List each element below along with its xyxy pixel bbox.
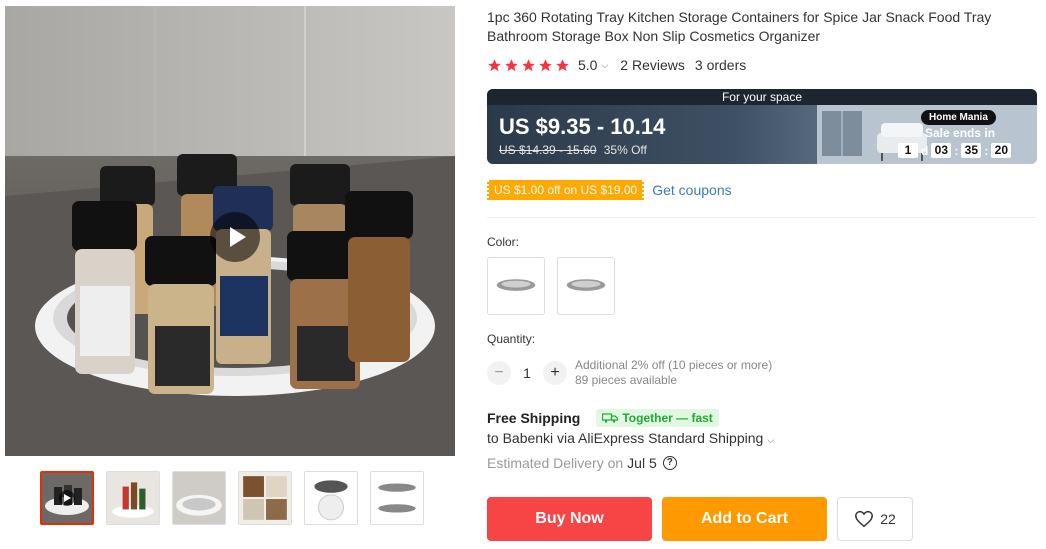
color-option-1[interactable] xyxy=(487,257,545,315)
quantity-stepper: − 1 + Additional 2% off (10 pieces or mo… xyxy=(487,358,772,388)
star-icon xyxy=(505,58,518,71)
play-video-button[interactable] xyxy=(210,212,260,262)
quantity-input[interactable]: 1 xyxy=(511,365,543,381)
timer-hours: 03 xyxy=(931,143,952,158)
chevron-down-icon[interactable]: ⌵ xyxy=(601,60,608,71)
action-buttons: Buy Now Add to Cart 22 xyxy=(487,497,913,541)
timer-days-unit: d xyxy=(921,143,929,158)
star-icon xyxy=(556,58,569,71)
timer-days: 1 xyxy=(898,143,918,158)
delivery-date: Jul 5 xyxy=(627,455,657,471)
star-icon xyxy=(522,58,535,71)
thumbnail-5[interactable] xyxy=(304,471,358,525)
thumbnail-2[interactable] xyxy=(106,471,160,525)
quantity-info: Additional 2% off (10 pieces or more) 89… xyxy=(575,358,772,388)
wishlist-count: 22 xyxy=(880,511,896,527)
color-option-2[interactable] xyxy=(557,257,615,315)
price-original-row: US $14.39 - 15.60 35% Off xyxy=(499,143,647,157)
timer-seconds: 20 xyxy=(991,143,1012,158)
quantity-label: Quantity: xyxy=(487,332,536,346)
star-icon xyxy=(539,58,552,71)
thumbnail-3[interactable] xyxy=(172,471,226,525)
chevron-down-icon[interactable]: ⌵ xyxy=(767,435,774,445)
star-rating xyxy=(487,58,570,73)
together-fast-badge: Together — fast xyxy=(596,409,719,427)
timer-minutes: 35 xyxy=(961,143,982,158)
shipping-destination-text: to Babenki via AliExpress Standard Shipp… xyxy=(487,430,764,446)
main-product-image[interactable] xyxy=(5,6,455,456)
get-coupons-link[interactable]: Get coupons xyxy=(652,182,731,198)
star-icon xyxy=(488,58,501,71)
quantity-minus-button[interactable]: − xyxy=(487,361,511,385)
product-info: 1pc 360 Rotating Tray Kitchen Storage Co… xyxy=(487,8,1039,46)
add-to-cart-button[interactable]: Add to Cart xyxy=(662,497,827,541)
color-label: Color: xyxy=(487,235,520,249)
countdown-timer: 1 d 03 : 35 : 20 xyxy=(898,143,1012,158)
free-shipping-label: Free Shipping xyxy=(487,410,581,426)
color-options xyxy=(487,257,615,315)
shipping-title-row: Free Shipping Together — fast xyxy=(487,409,719,427)
original-price: US $14.39 - 15.60 xyxy=(499,143,597,157)
estimated-delivery-label: Estimated Delivery on xyxy=(487,455,624,471)
orders-count: 3 orders xyxy=(694,57,747,73)
reviews-link[interactable]: 2 Reviews xyxy=(620,57,685,73)
discount-percent: 35% Off xyxy=(603,143,647,157)
divider xyxy=(487,217,1037,218)
buy-now-button[interactable]: Buy Now xyxy=(487,497,652,541)
rating-row: 5.0 ⌵ 2 Reviews 3 orders xyxy=(487,57,746,73)
price-range: US $9.35 - 10.14 xyxy=(499,114,666,139)
thumbnail-strip xyxy=(40,471,424,525)
thumbnail-video[interactable] xyxy=(40,471,94,525)
banner-title: For your space xyxy=(487,89,1037,105)
price-banner: For your space US $9.35 - 10.14 US $14.3… xyxy=(487,89,1037,164)
timer-sep: : xyxy=(954,143,959,158)
together-fast-text: Together — fast xyxy=(622,411,713,425)
thumbnail-4[interactable] xyxy=(238,471,292,525)
rating-value[interactable]: 5.0 xyxy=(578,57,597,73)
product-title: 1pc 360 Rotating Tray Kitchen Storage Co… xyxy=(487,9,992,44)
pieces-available: 89 pieces available xyxy=(575,373,678,387)
shipping-destination[interactable]: to Babenki via AliExpress Standard Shipp… xyxy=(487,430,774,446)
thumbnail-6[interactable] xyxy=(370,471,424,525)
truck-icon xyxy=(602,413,619,423)
coupon-tag[interactable]: US $1.00 off on US $19.00 xyxy=(485,180,646,200)
quantity-plus-button[interactable]: + xyxy=(543,361,567,385)
coupon-row: US $1.00 off on US $19.00 Get coupons xyxy=(485,180,732,200)
heart-icon xyxy=(855,510,874,528)
sale-ends-label: Sale ends in xyxy=(925,126,996,140)
bulk-discount-note: Additional 2% off (10 pieces or more) xyxy=(575,358,773,372)
wishlist-button[interactable]: 22 xyxy=(837,497,913,541)
timer-sep: : xyxy=(984,143,989,158)
help-icon[interactable]: ? xyxy=(662,456,677,470)
store-badge[interactable]: Home Mania xyxy=(921,110,996,125)
estimated-delivery: Estimated Delivery on Jul 5 ? xyxy=(487,455,677,471)
